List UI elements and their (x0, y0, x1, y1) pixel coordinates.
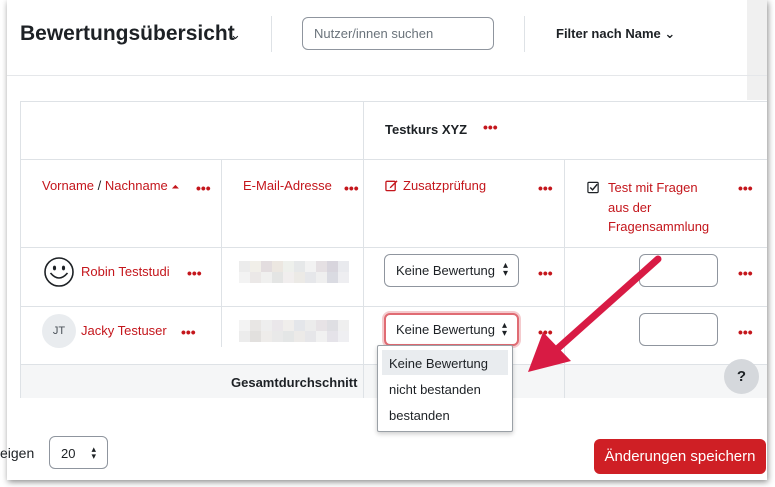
quiz-grade-input[interactable] (639, 313, 718, 346)
dropdown-option[interactable]: bestanden (382, 402, 508, 427)
assignment-column-header[interactable]: Zusatzprüfung (385, 178, 486, 193)
per-page-value: 20 (61, 446, 76, 461)
student-menu-button[interactable]: ••• (187, 266, 202, 280)
quiz-grade-input[interactable] (639, 254, 718, 287)
header-divider (271, 16, 272, 52)
assignment-column-label: Zusatzprüfung (403, 178, 487, 193)
grade-select[interactable]: Keine Bewertung ▴ ▾ (384, 313, 519, 346)
quiz-cell-menu-button[interactable]: ••• (738, 325, 753, 339)
name-separator: / (94, 178, 105, 193)
assignment-column-menu-button[interactable]: ••• (538, 181, 553, 195)
avatar: JT (42, 314, 76, 348)
header-divider (524, 16, 525, 52)
per-page-select[interactable]: 20 ▴ ▾ (49, 436, 108, 469)
quiz-column-label-line3: Fragensammlung (608, 219, 710, 234)
firstname-sort-link[interactable]: Vorname (42, 178, 94, 193)
smiley-icon (44, 257, 74, 287)
blurred-email (239, 320, 349, 342)
chevron-down-icon: ⌄ (664, 26, 676, 41)
per-page-label: eigen (0, 445, 35, 461)
student-menu-button[interactable]: ••• (181, 325, 196, 339)
name-column-menu-button[interactable]: ••• (196, 181, 211, 195)
quiz-column-label-line2: aus der (608, 199, 652, 215)
name-column-header[interactable]: Vorname / Nachname ⏶ (42, 178, 179, 193)
blurred-email (239, 261, 349, 283)
course-title: Testkurs XYZ (385, 122, 468, 137)
sort-ascending-icon: ⏶ (171, 182, 180, 193)
user-search-input[interactable] (302, 17, 494, 50)
grade-cell-menu-button[interactable]: ••• (538, 325, 553, 339)
lastname-sort-link[interactable]: Nachname (105, 178, 168, 193)
save-changes-button[interactable]: Änderungen speichern (594, 439, 766, 474)
quiz-column-menu-button[interactable]: ••• (738, 181, 753, 195)
select-caret-icon: ▴ ▾ (501, 320, 507, 339)
student-name-link[interactable]: Robin Teststudi (81, 264, 170, 279)
overall-average-label: Gesamtdurchschnitt (231, 375, 358, 390)
course-menu-button[interactable]: ••• (483, 120, 498, 134)
grade-select[interactable]: Keine Bewertung ▴ ▾ (384, 254, 519, 287)
dropdown-option[interactable]: Keine Bewertung (382, 350, 508, 375)
divider (21, 159, 363, 160)
header-divider (7, 75, 767, 76)
grade-select-value: Keine Bewertung (396, 322, 496, 337)
email-column-menu-button[interactable]: ••• (344, 181, 359, 195)
assignment-edit-icon (385, 180, 398, 192)
quiz-column-header[interactable]: Test mit Fragen aus der Fragensammlung (587, 178, 709, 237)
page-title: Bewertungsübersicht (20, 22, 235, 45)
quiz-cell-menu-button[interactable]: ••• (738, 266, 753, 280)
filter-by-name-button[interactable]: Filter nach Name ⌄ (556, 26, 675, 42)
divider (363, 102, 364, 398)
grade-dropdown-list: Keine Bewertung nicht bestanden bestande… (377, 345, 513, 432)
divider (363, 159, 767, 160)
select-caret-icon: ▴ ▾ (91, 444, 96, 461)
divider (221, 159, 222, 347)
divider (21, 247, 767, 248)
filter-by-name-label: Filter nach Name (556, 26, 661, 41)
email-column-header[interactable]: E-Mail-Adresse (243, 178, 332, 193)
dropdown-option[interactable]: nicht bestanden (382, 376, 508, 401)
divider (21, 306, 767, 307)
help-button[interactable]: ? (724, 359, 759, 394)
scrollbar[interactable] (747, 0, 767, 100)
grade-select-value: Keine Bewertung (396, 263, 496, 278)
quiz-checkbox-icon (587, 181, 599, 194)
student-name-link[interactable]: Jacky Testuser (81, 323, 167, 338)
divider (564, 159, 565, 398)
select-caret-icon: ▴ ▾ (502, 260, 508, 279)
report-selector-chevron-icon[interactable]: ⌄ (230, 27, 241, 43)
grade-cell-menu-button[interactable]: ••• (538, 266, 553, 280)
quiz-column-label-line1: Test mit Fragen (608, 180, 698, 195)
